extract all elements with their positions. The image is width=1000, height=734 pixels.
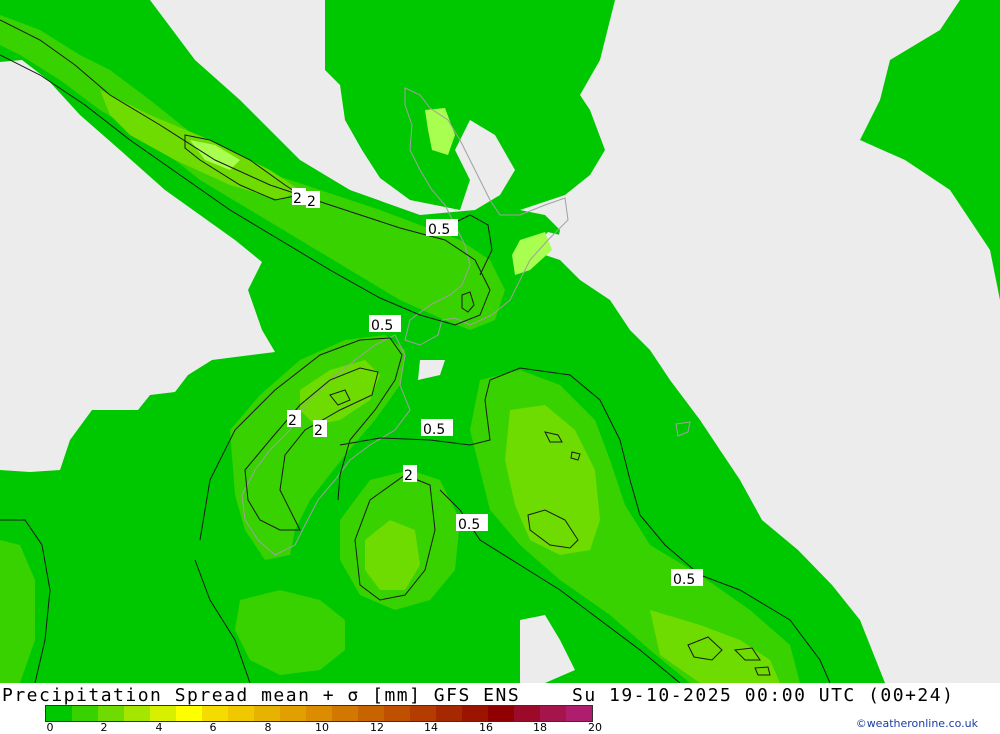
scale-swatch <box>384 706 410 721</box>
scale-swatch <box>540 706 566 721</box>
map-datetime: Su 19-10-2025 00:00 UTC (00+24) <box>572 685 955 706</box>
contour-label: 2 <box>292 188 306 207</box>
contour-label: 2 <box>306 191 320 210</box>
scale-swatch <box>332 706 358 721</box>
contour-label: 0.5 <box>456 514 488 533</box>
map-title: Precipitation Spread mean + σ [mm] GFS E… <box>2 685 521 706</box>
scale-swatch <box>462 706 488 721</box>
scale-tick: 8 <box>264 721 272 734</box>
scale-swatch <box>202 706 228 721</box>
contour-label: 0.5 <box>671 569 703 588</box>
scale-swatch <box>358 706 384 721</box>
svg-text:2: 2 <box>307 194 316 210</box>
contour-label: 2 <box>403 465 417 484</box>
scale-swatch <box>150 706 176 721</box>
svg-text:0.5: 0.5 <box>428 222 450 238</box>
scale-tick: 6 <box>209 721 217 734</box>
scale-swatch <box>488 706 514 721</box>
svg-text:0.5: 0.5 <box>673 572 695 588</box>
svg-text:0.5: 0.5 <box>371 318 393 334</box>
scale-swatch <box>98 706 124 721</box>
svg-text:0.5: 0.5 <box>458 517 480 533</box>
scale-swatch <box>176 706 202 721</box>
scale-tick: 10 <box>315 721 329 734</box>
scale-swatch <box>514 706 540 721</box>
scale-tick: 12 <box>370 721 384 734</box>
scale-swatch <box>306 706 332 721</box>
scale-tick: 18 <box>533 721 547 734</box>
scale-swatch <box>280 706 306 721</box>
svg-text:2: 2 <box>288 413 297 429</box>
color-scale <box>45 705 593 722</box>
contour-label: 2 <box>313 420 327 439</box>
scale-swatch <box>410 706 436 721</box>
credit-link[interactable]: ©weatheronline.co.uk <box>856 717 978 730</box>
scale-tick: 2 <box>100 721 108 734</box>
scale-swatch <box>72 706 98 721</box>
scale-swatch <box>566 706 592 721</box>
scale-swatch <box>254 706 280 721</box>
scale-tick: 0 <box>46 721 54 734</box>
contour-label: 2 <box>287 410 301 429</box>
svg-text:0.5: 0.5 <box>423 422 445 438</box>
scale-tick: 16 <box>479 721 493 734</box>
contour-label: 0.5 <box>369 315 401 334</box>
scale-tick: 14 <box>424 721 438 734</box>
svg-text:2: 2 <box>293 191 302 207</box>
svg-text:2: 2 <box>404 468 413 484</box>
scale-tick: 4 <box>155 721 163 734</box>
scale-swatch <box>228 706 254 721</box>
scale-swatch <box>436 706 462 721</box>
scale-tick: 20 <box>588 721 602 734</box>
precipitation-map: 2 2 0.5 0.5 2 2 0.5 2 0.5 0.5 <box>0 0 1000 683</box>
svg-text:2: 2 <box>314 423 323 439</box>
contour-label: 0.5 <box>421 419 453 438</box>
scale-swatch <box>46 706 72 721</box>
scale-swatch <box>124 706 150 721</box>
contour-label: 0.5 <box>426 219 458 238</box>
map-footer: Precipitation Spread mean + σ [mm] GFS E… <box>0 683 1000 734</box>
